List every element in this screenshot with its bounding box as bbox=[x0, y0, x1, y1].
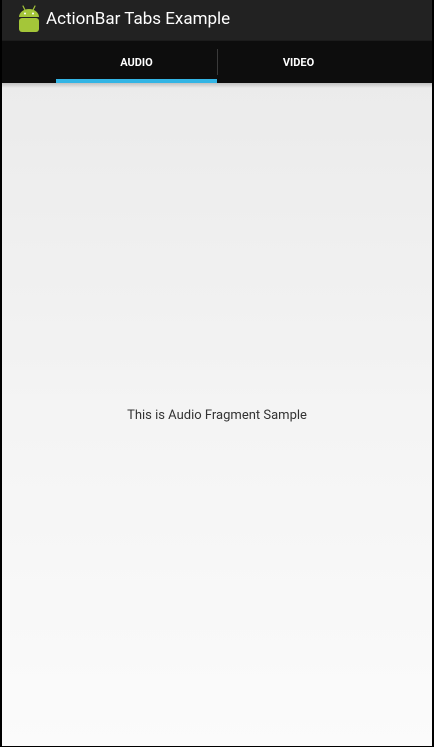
tab-audio[interactable]: AUDIO bbox=[56, 41, 217, 83]
tab-bar-shadow bbox=[2, 83, 432, 88]
fragment-message: This is Audio Fragment Sample bbox=[127, 408, 307, 423]
app-screen: ActionBar Tabs Example AUDIO VIDEO This … bbox=[0, 0, 434, 747]
app-title: ActionBar Tabs Example bbox=[46, 9, 231, 29]
tab-video[interactable]: VIDEO bbox=[218, 41, 379, 83]
android-robot-icon[interactable] bbox=[16, 5, 42, 33]
action-bar: ActionBar Tabs Example bbox=[2, 0, 432, 40]
fragment-container: This is Audio Fragment Sample bbox=[2, 83, 432, 746]
tab-bar: AUDIO VIDEO bbox=[2, 40, 432, 83]
